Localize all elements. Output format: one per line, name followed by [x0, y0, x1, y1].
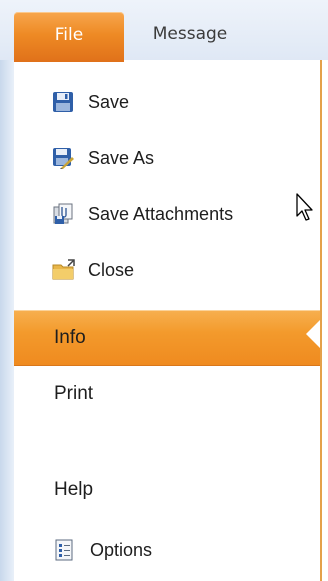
- options-icon: [54, 539, 74, 561]
- nav-help[interactable]: Help: [14, 462, 320, 518]
- save-attachments-icon: [52, 203, 74, 225]
- nav-print[interactable]: Print: [14, 366, 320, 422]
- tab-file-label: File: [54, 25, 84, 45]
- backstage-nav: Save Save As Save Attachments Close Info…: [0, 60, 328, 581]
- tab-message[interactable]: Message: [124, 12, 256, 60]
- save-command[interactable]: Save: [14, 82, 314, 122]
- mouse-pointer-icon: [296, 193, 316, 223]
- save-command-label: Save: [88, 91, 130, 112]
- save-as-command-label: Save As: [88, 147, 155, 168]
- save-as-icon: [52, 147, 74, 169]
- active-indicator-notch: [306, 320, 320, 348]
- nav-print-label: Print: [54, 383, 94, 404]
- options-command-label: Options: [90, 539, 153, 560]
- nav-info[interactable]: Info: [14, 310, 320, 366]
- nav-info-label: Info: [54, 327, 86, 348]
- save-as-command[interactable]: Save As: [14, 138, 314, 178]
- tab-file[interactable]: File: [14, 12, 124, 62]
- save-attachments-command[interactable]: Save Attachments: [14, 194, 314, 234]
- options-command[interactable]: Options: [14, 526, 314, 574]
- nav-help-label: Help: [54, 479, 94, 500]
- close-command[interactable]: Close: [14, 250, 314, 290]
- folder-close-icon: [52, 259, 75, 281]
- floppy-disk-icon: [52, 91, 74, 113]
- outlook-backstage-menu: File Message Save Save As Save Attachmen…: [0, 0, 328, 581]
- ribbon-tab-bar: File Message: [0, 0, 328, 62]
- close-command-label: Close: [88, 259, 135, 280]
- tab-message-label: Message: [152, 24, 228, 44]
- save-attachments-command-label: Save Attachments: [88, 203, 234, 224]
